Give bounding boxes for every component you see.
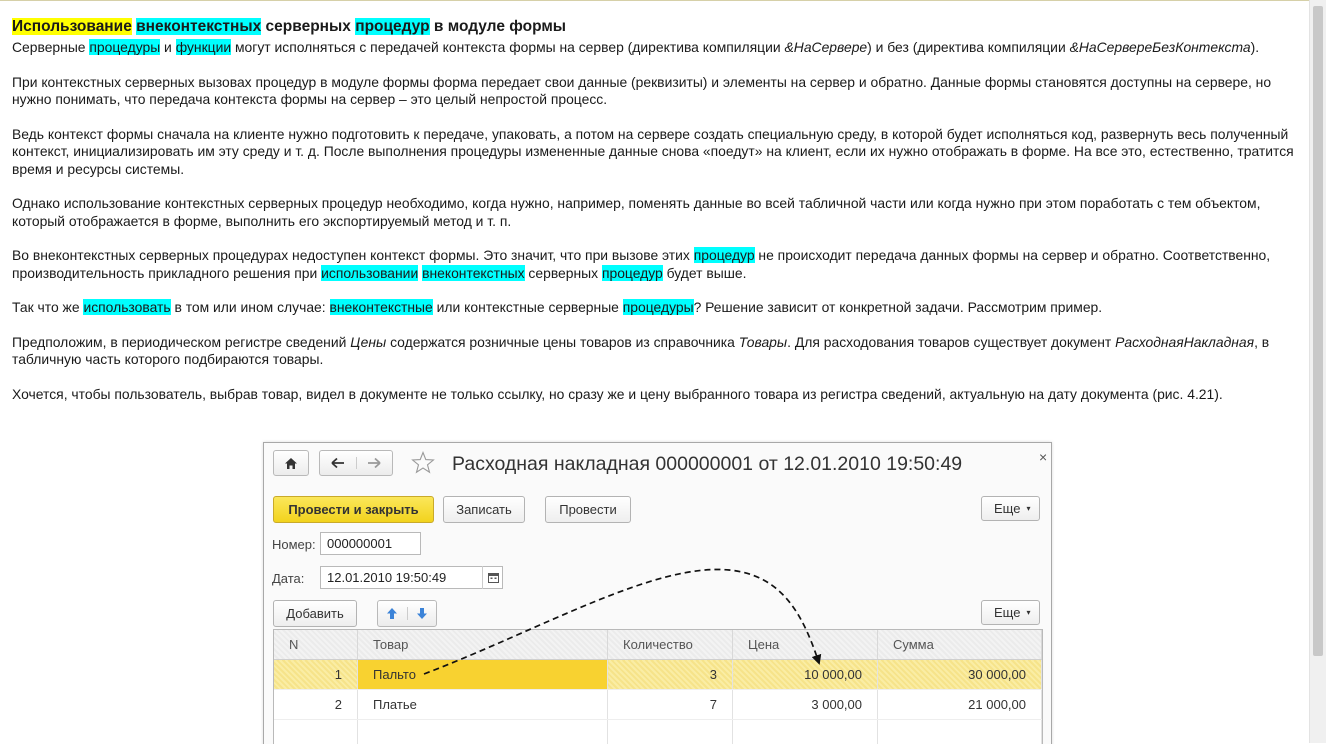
table-more-button[interactable]: Еще▾	[981, 600, 1040, 625]
cell-sum[interactable]: 21 000,00	[878, 690, 1042, 720]
save-button[interactable]: Записать	[443, 496, 525, 523]
arrow-left-icon	[331, 457, 345, 469]
cell-item[interactable]: Пальто	[358, 660, 608, 690]
number-field[interactable]: 000000001	[320, 532, 421, 555]
cell-price[interactable]: 3 000,00	[733, 690, 878, 720]
column-header-n[interactable]: N	[274, 630, 358, 660]
arrow-down-icon	[416, 607, 428, 620]
article-heading: Использование внеконтекстных серверных п…	[12, 17, 1308, 37]
calendar-icon[interactable]	[482, 566, 503, 589]
paragraph-1: Серверные процедуры и функции могут испо…	[12, 39, 1308, 57]
arrow-up-icon	[386, 607, 398, 620]
move-down-button[interactable]	[408, 607, 437, 620]
column-header-price[interactable]: Цена	[733, 630, 878, 660]
cell-item[interactable]: Платье	[358, 690, 608, 720]
dropdown-icon: ▾	[1026, 608, 1030, 617]
scrollbar-thumb[interactable]	[1313, 6, 1323, 656]
paragraph-6: Так что же использовать в том или ином с…	[12, 299, 1308, 317]
cell-qty[interactable]: 3	[608, 660, 733, 690]
document-form-figure: Расходная накладная 000000001 от 12.01.2…	[263, 442, 1052, 744]
home-icon	[284, 457, 298, 470]
table-row[interactable]: 2 Платье 7 3 000,00 21 000,00	[274, 690, 1042, 720]
cell-sum[interactable]: 30 000,00	[878, 660, 1042, 690]
column-header-sum[interactable]: Сумма	[878, 630, 1042, 660]
close-icon[interactable]: ×	[1039, 449, 1047, 465]
article: Использование внеконтекстных серверных п…	[12, 17, 1308, 420]
paragraph-2: При контекстных серверных вызовах процед…	[12, 74, 1308, 109]
cell-qty[interactable]: 7	[608, 690, 733, 720]
dropdown-icon: ▾	[1026, 504, 1030, 513]
post-button[interactable]: Провести	[545, 496, 631, 523]
vertical-scrollbar[interactable]	[1309, 0, 1326, 743]
post-and-close-button[interactable]: Провести и закрыть	[273, 496, 434, 523]
cell-price[interactable]: 10 000,00	[733, 660, 878, 690]
add-row-button[interactable]: Добавить	[273, 600, 357, 627]
date-label: Дата:	[272, 571, 304, 586]
forward-button[interactable]	[357, 457, 393, 469]
table-header-row: N Товар Количество Цена Сумма	[274, 630, 1042, 660]
move-up-button[interactable]	[378, 607, 408, 620]
arrow-right-icon	[367, 457, 381, 469]
cell-n: 2	[274, 690, 358, 720]
goods-table: N Товар Количество Цена Сумма 1 Пальто 3…	[273, 629, 1043, 744]
history-nav	[319, 450, 393, 476]
favorite-star-icon[interactable]	[411, 451, 435, 474]
page-viewport: Использование внеконтекстных серверных п…	[0, 0, 1309, 744]
date-field[interactable]: 12.01.2010 19:50:49	[320, 566, 503, 589]
back-button[interactable]	[320, 457, 357, 469]
more-button[interactable]: Еще▾	[981, 496, 1040, 521]
paragraph-5: Во внеконтекстных серверных процедурах н…	[12, 247, 1308, 282]
home-button[interactable]	[273, 450, 309, 476]
table-row-empty	[274, 720, 1042, 744]
table-row[interactable]: 1 Пальто 3 10 000,00 30 000,00	[274, 660, 1042, 690]
paragraph-8: Хочется, чтобы пользователь, выбрав това…	[12, 386, 1308, 404]
column-header-qty[interactable]: Количество	[608, 630, 733, 660]
move-buttons	[377, 600, 437, 627]
cell-n: 1	[274, 660, 358, 690]
paragraph-7: Предположим, в периодическом регистре св…	[12, 334, 1308, 369]
paragraph-4: Однако использование контекстных серверн…	[12, 195, 1308, 230]
form-title: Расходная накладная 000000001 от 12.01.2…	[452, 453, 962, 476]
column-header-item[interactable]: Товар	[358, 630, 608, 660]
paragraph-3: Ведь контекст формы сначала на клиенте н…	[12, 126, 1308, 179]
number-label: Номер:	[272, 537, 316, 552]
